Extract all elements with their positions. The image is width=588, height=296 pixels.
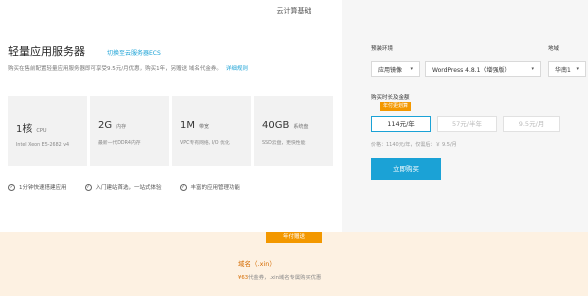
region-label: 地域 xyxy=(548,46,560,52)
feature-item: ✓ 1分钟快速搭建应用 xyxy=(8,183,67,191)
feature-item: ✓ 丰富的应用管理功能 xyxy=(179,183,241,191)
promo-desc-text: 代金券，.xin域名专属购买优惠 xyxy=(248,275,322,281)
check-circle-icon: ✓ xyxy=(84,183,92,191)
spec-unit: 内存 xyxy=(116,124,127,130)
spec-value: 1M xyxy=(180,120,195,131)
spec-detail: Intel Xeon E5-2682 v4 xyxy=(16,143,70,148)
page-title: 轻量应用服务器 xyxy=(8,45,85,58)
feature-list: ✓ 1分钟快速搭建应用 ✓ 入门建站首选，一站式体验 ✓ 丰富的应用管理功能 xyxy=(8,183,258,191)
spec-detail: 最新一代DDR4内存 xyxy=(98,141,141,146)
chevron-down-icon: ▾ xyxy=(576,66,579,72)
spec-card-memory: 2G 内存 最新一代DDR4内存 xyxy=(90,96,169,166)
description-text: 购买在售前配置轻量应用服务器即可享受9.5元/月优惠，购买1年，另赠送 域名代金… xyxy=(8,66,222,72)
yearly-discount-badge: 年付更划算 xyxy=(380,102,412,111)
chevron-down-icon: ▾ xyxy=(531,66,534,72)
rules-link[interactable]: 详细规则 xyxy=(226,66,248,72)
spec-card-cpu: 1核 CPU Intel Xeon E5-2682 v4 xyxy=(8,96,87,166)
spec-detail: SSD云盘，更快性能 xyxy=(262,141,306,146)
promo-tag: 年付赠送 xyxy=(266,232,322,243)
image-type-value: 应用镜像 xyxy=(378,66,403,74)
image-type-select[interactable]: 应用镜像 ▾ xyxy=(371,61,420,77)
duration-label: 购买时长及金额 xyxy=(371,95,410,101)
spec-card-bandwidth: 1M 带宽 VPC专有网络, I/O 优化 xyxy=(172,96,251,166)
switch-to-ecs-link[interactable]: 切换至云服务器ECS xyxy=(107,48,161,57)
spec-unit: 系统盘 xyxy=(293,124,309,130)
promo-amount: ¥63 xyxy=(238,275,249,281)
feature-label: 丰富的应用管理功能 xyxy=(190,185,241,191)
feature-item: ✓ 入门建站首选，一站式体验 xyxy=(84,183,162,191)
application-select[interactable]: WordPress 4.8.1（增强版） ▾ xyxy=(425,61,541,77)
spec-cards: 1核 CPU Intel Xeon E5-2682 v4 2G 内存 最新一代DDR… xyxy=(8,96,333,166)
product-title-row: 轻量应用服务器 切换至云服务器ECS xyxy=(8,43,161,59)
spec-value: 2G xyxy=(98,120,113,131)
spec-unit: 带宽 xyxy=(199,124,210,130)
spec-card-disk: 40GB 系统盘 SSD云盘，更快性能 xyxy=(254,96,333,166)
spec-value: 1核 xyxy=(16,124,33,135)
chevron-down-icon: ▾ xyxy=(410,66,413,72)
check-circle-icon: ✓ xyxy=(8,183,15,191)
spec-detail: VPC专有网络, I/O 优化 xyxy=(180,141,230,146)
region-value: 华南1 xyxy=(555,66,571,74)
product-description: 购买在售前配置轻量应用服务器即可享受9.5元/月优惠，购买1年，另赠送 域名代金… xyxy=(8,64,248,72)
spec-value: 40GB xyxy=(262,120,290,131)
price-summary: 价格：1140元/年，仅需后：￥ 9.5/月 xyxy=(371,142,457,148)
duration-option-year[interactable]: 114元/年 xyxy=(371,116,431,132)
spec-unit: CPU xyxy=(36,128,47,134)
promo-description: ¥63代金券，.xin域名专属购买优惠 xyxy=(238,273,321,281)
application-value: WordPress 4.8.1（增强版） xyxy=(432,66,511,74)
feature-label: 入门建站首选，一站式体验 xyxy=(95,185,162,191)
region-select[interactable]: 华南1 ▾ xyxy=(548,61,586,77)
env-label: 预装环境 xyxy=(371,46,394,52)
check-circle-icon: ✓ xyxy=(179,183,187,191)
promo-title: 域名（.xin） xyxy=(238,260,276,268)
duration-option-half-year[interactable]: 57元/半年 xyxy=(437,116,497,132)
duration-option-month[interactable]: 9.5元/月 xyxy=(503,116,560,132)
feature-label: 1分钟快速搭建应用 xyxy=(19,185,67,191)
buy-now-button[interactable]: 立即购买 xyxy=(371,158,441,180)
